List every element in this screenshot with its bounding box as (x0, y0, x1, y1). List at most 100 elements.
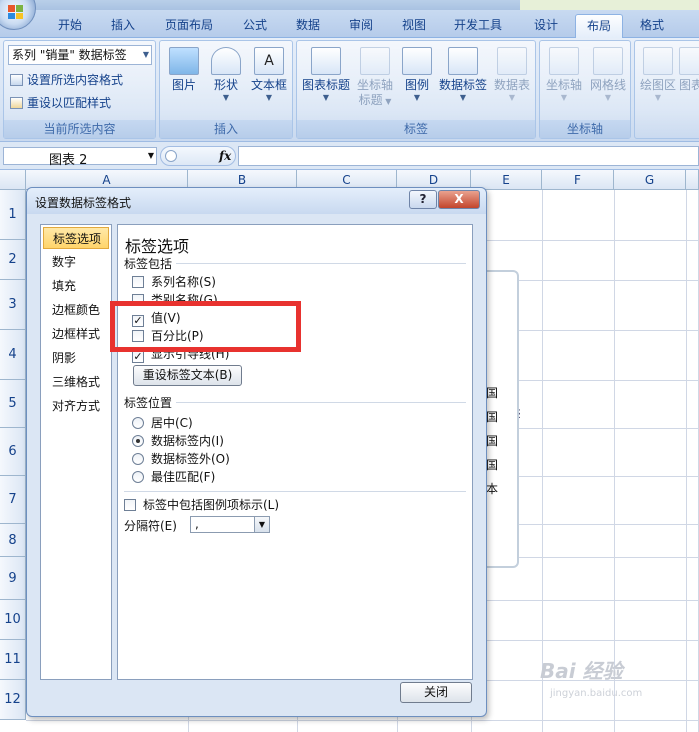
legend-button[interactable]: 图例 ▼ (398, 47, 436, 102)
tab-insert[interactable]: 插入 (98, 14, 148, 38)
row-header-8[interactable]: 8 (0, 524, 26, 557)
row-header-7[interactable]: 7 (0, 476, 26, 524)
radio-center[interactable] (132, 417, 144, 429)
dialog-title: 设置数据标签格式 (35, 196, 132, 210)
position-outside-end-radio[interactable]: 数据标签外(O) (132, 451, 230, 467)
dialog-title-bar[interactable]: 设置数据标签格式 ? X (27, 188, 486, 214)
column-header-h[interactable] (686, 170, 699, 190)
group-label-insert: 插入 (160, 120, 292, 138)
gridlines-dropdown-icon: ▼ (604, 93, 612, 102)
position-center-radio[interactable]: 居中(C) (132, 415, 193, 431)
radio-outside-end[interactable] (132, 453, 144, 465)
nav-3d-format[interactable]: 三维格式 (41, 371, 111, 393)
dialog-main-pane: 标签选项 标签包括 系列名称(S) 类别名称(G) ✓ 值(V) 百分比(P) ✓… (117, 224, 473, 680)
legend-label: 图例 (404, 78, 429, 92)
data-table-dropdown-icon: ▼ (508, 93, 516, 102)
tab-review[interactable]: 审阅 (336, 14, 386, 38)
formula-input[interactable] (238, 146, 699, 166)
axes-icon (549, 47, 579, 75)
row-header-6[interactable]: 6 (0, 428, 26, 476)
row-header-4[interactable]: 4 (0, 330, 26, 380)
axis-title-button[interactable]: 坐标轴 标题 ▼ (352, 47, 398, 109)
highlight-box (110, 301, 301, 352)
row-header-1[interactable]: 1 (0, 190, 26, 240)
radio-best-fit[interactable] (132, 471, 144, 483)
format-selection-button[interactable]: 设置所选内容格式 (10, 71, 123, 88)
row-header-11[interactable]: 11 (0, 640, 26, 680)
shapes-label: 形状 (213, 78, 238, 92)
nav-label-options[interactable]: 标签选项 (43, 227, 109, 249)
axes-button[interactable]: 坐标轴 ▼ (542, 47, 586, 102)
insert-function-icon[interactable]: fx (219, 149, 231, 163)
help-button[interactable]: ? (409, 190, 437, 209)
tab-view[interactable]: 视图 (389, 14, 439, 38)
row-header-2[interactable]: 2 (0, 240, 26, 280)
nav-shadow[interactable]: 阴影 (41, 347, 111, 369)
row-header-5[interactable]: 5 (0, 380, 26, 428)
close-button[interactable]: 关闭 (400, 682, 472, 703)
tab-layout[interactable]: 布局 (575, 14, 623, 39)
legend-key-checkbox[interactable]: 标签中包括图例项标示(L) (124, 497, 279, 513)
column-header-f[interactable]: F (542, 170, 614, 190)
plot-area-dropdown-icon: ▼ (654, 93, 662, 102)
legend-icon (402, 47, 432, 75)
tab-page-layout[interactable]: 页面布局 (152, 14, 226, 38)
name-box[interactable]: 图表 2 ▼ (3, 147, 157, 168)
picture-button[interactable]: 图片 (164, 47, 204, 93)
series-name-box[interactable] (132, 276, 144, 288)
tab-data[interactable]: 数据 (283, 14, 333, 38)
position-inside-end-radio[interactable]: 数据标签内(I) (132, 433, 224, 449)
group-label-labels: 标签 (297, 120, 535, 138)
chart-wall-button[interactable]: 图表 (679, 47, 699, 93)
legend-key-label: 标签中包括图例项标示(L) (143, 498, 280, 512)
tab-format[interactable]: 格式 (627, 14, 677, 38)
separator-label: 分隔符(E) (124, 519, 177, 533)
tab-design[interactable]: 设计 (521, 14, 571, 38)
chart-category-label: 国 (486, 410, 499, 424)
row-header-12[interactable]: 12 (0, 680, 26, 720)
nav-border-styles[interactable]: 边框样式 (41, 323, 111, 345)
group-background: 绘图区 ▼ 图表 (634, 40, 699, 139)
radio-inside-end[interactable] (132, 435, 144, 447)
leader-lines-box[interactable]: ✓ (132, 351, 144, 363)
chart-element-dropdown[interactable]: 系列 "销量" 数据标签 ▼ (8, 45, 152, 65)
section-divider (124, 491, 466, 492)
row-header-10[interactable]: 10 (0, 600, 26, 640)
data-labels-button[interactable]: 数据标签 ▼ (436, 47, 490, 102)
column-header-g[interactable]: G (614, 170, 686, 190)
chart-title-button[interactable]: 图表标题 ▼ (300, 47, 352, 102)
tab-developer[interactable]: 开发工具 (443, 14, 513, 38)
nav-border-color[interactable]: 边框颜色 (41, 299, 111, 321)
chevron-down-icon[interactable]: ▼ (148, 151, 154, 160)
reset-style-button[interactable]: 重设以匹配样式 (10, 94, 111, 111)
chart-resize-handle[interactable]: :: (518, 408, 521, 421)
close-icon[interactable]: X (438, 190, 480, 209)
gridlines-button[interactable]: 网格线 ▼ (586, 47, 630, 102)
formula-tools: fx (160, 146, 236, 166)
select-all-corner[interactable] (0, 170, 26, 190)
grid-column-line (542, 190, 543, 732)
textbox-button[interactable]: A 文本框 ▼ (248, 47, 290, 102)
shapes-button[interactable]: 形状 ▼ (206, 47, 246, 102)
chevron-down-icon[interactable]: ▼ (254, 517, 269, 532)
format-data-labels-dialog: 设置数据标签格式 ? X 标签选项 数字 填充 边框颜色 边框样式 阴影 三维格… (26, 187, 487, 717)
separator-select[interactable]: , ▼ (190, 516, 270, 533)
reset-label-text-button[interactable]: 重设标签文本(B) (133, 365, 242, 386)
nav-alignment[interactable]: 对齐方式 (41, 395, 111, 417)
tab-formulas[interactable]: 公式 (230, 14, 280, 38)
row-header-9[interactable]: 9 (0, 557, 26, 600)
series-name-checkbox[interactable]: 系列名称(S) (132, 274, 216, 290)
nav-number[interactable]: 数字 (41, 251, 111, 273)
position-best-fit-radio[interactable]: 最佳匹配(F) (132, 469, 215, 485)
plot-area-button[interactable]: 绘图区 ▼ (637, 47, 679, 102)
row-header-3[interactable]: 3 (0, 280, 26, 330)
name-box-value: 图表 2 (49, 153, 88, 168)
tab-home[interactable]: 开始 (45, 14, 95, 38)
format-selection-icon (10, 74, 23, 86)
nav-fill[interactable]: 填充 (41, 275, 111, 297)
chart-tools-band (520, 0, 699, 10)
legend-key-box[interactable] (124, 499, 136, 511)
data-table-button[interactable]: 数据表 ▼ (490, 47, 534, 102)
axes-dropdown-icon: ▼ (560, 93, 568, 102)
group-axes: 坐标轴 ▼ 网格线 ▼ 坐标轴 (539, 40, 631, 139)
